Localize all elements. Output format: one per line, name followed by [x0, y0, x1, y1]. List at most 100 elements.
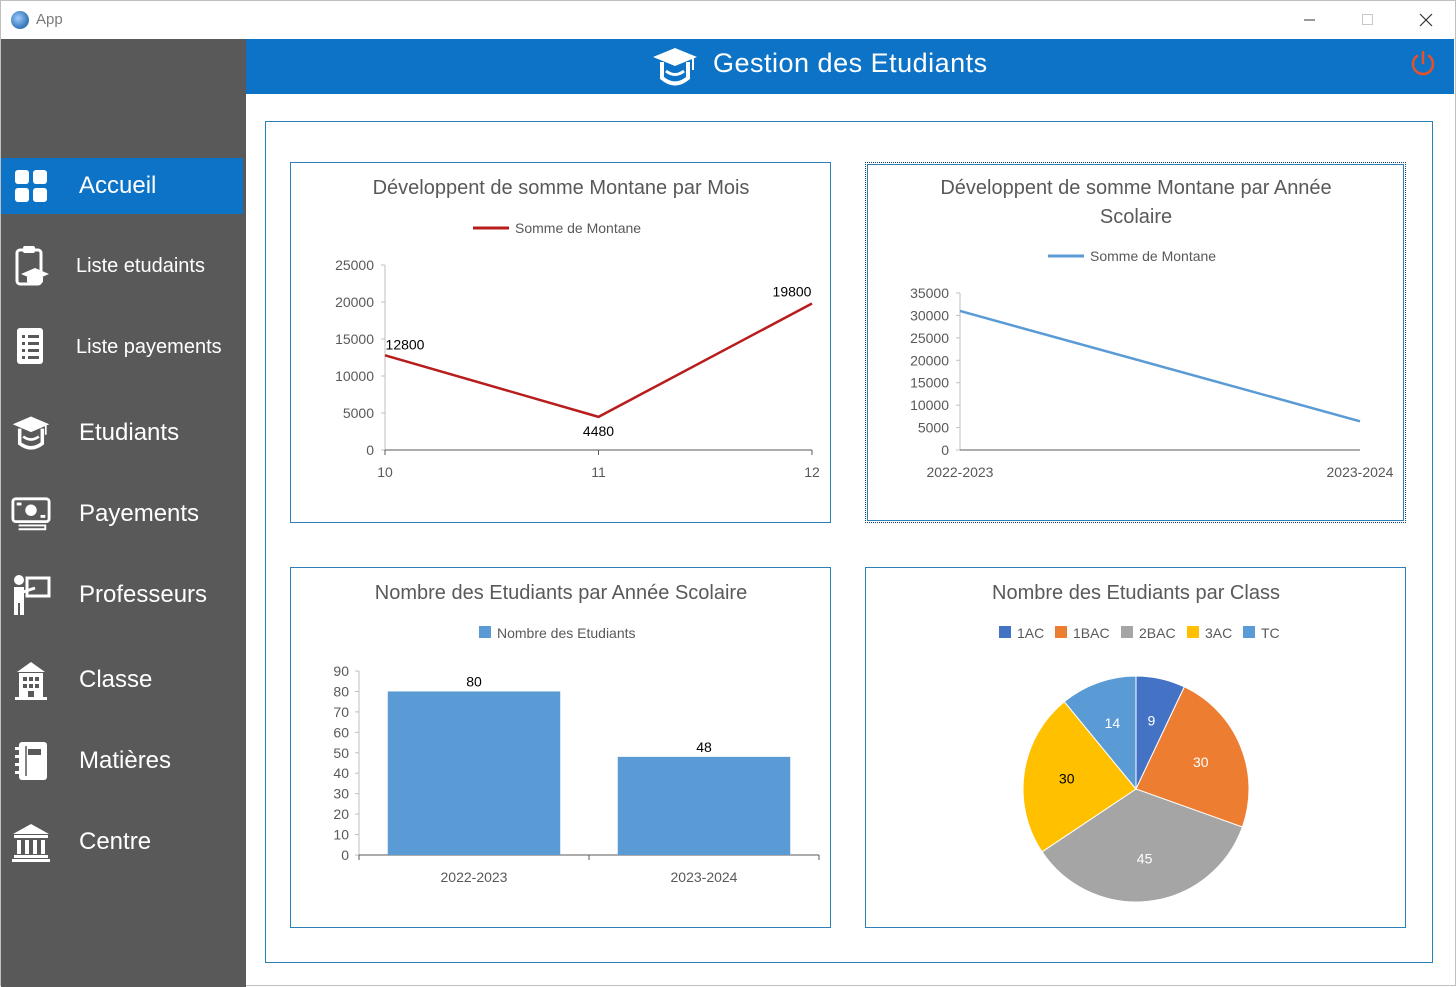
x-tick-label: 2022-2023 [927, 464, 994, 480]
x-tick-label: 2023-2024 [671, 869, 738, 885]
sidebar-item-label: Etudiants [79, 419, 180, 446]
list-document-icon [11, 325, 51, 369]
minimize-icon [1304, 19, 1315, 21]
data-label: 30 [1193, 754, 1209, 770]
y-tick-label: 5000 [343, 405, 374, 421]
y-tick-label: 70 [333, 704, 349, 720]
y-tick-label: 25000 [910, 330, 949, 346]
maximize-button[interactable] [1339, 1, 1397, 39]
y-tick-label: 0 [941, 442, 949, 458]
y-tick-label: 10 [333, 827, 349, 843]
x-tick-label: 2022-2023 [441, 869, 508, 885]
logout-button[interactable] [1408, 49, 1438, 79]
app-icon [11, 11, 29, 29]
app-window: App Accueil Liste etudaints Liste payeme… [0, 0, 1456, 987]
teacher-icon [11, 573, 51, 617]
minimize-button[interactable] [1281, 1, 1339, 39]
sidebar-item-liste-payements[interactable]: Liste payements [1, 319, 243, 375]
data-label: 9 [1147, 713, 1155, 729]
y-tick-label: 20 [333, 806, 349, 822]
sidebar-item-centre[interactable]: Centre [1, 814, 243, 870]
sidebar-item-payements[interactable]: Payements [1, 486, 243, 542]
data-label: 45 [1137, 851, 1153, 867]
money-icon [11, 492, 51, 536]
y-tick-label: 15000 [335, 331, 374, 347]
legend-swatch [999, 626, 1011, 638]
data-label: 19800 [773, 283, 812, 299]
sidebar-item-label: Liste payements [76, 335, 222, 358]
x-tick-label: 2023-2024 [1327, 464, 1394, 480]
chart-panel-etudiants-annee[interactable]: Nombre des Etudiants par Année Scolaire N… [290, 567, 831, 928]
y-tick-label: 10000 [910, 397, 949, 413]
line-chart-annee: Développent de somme Montane par Année Sc… [910, 177, 1394, 480]
legend-label: 1AC [1017, 625, 1044, 641]
series-line [384, 302, 813, 419]
bar [387, 691, 561, 855]
y-tick-label: 80 [333, 683, 349, 699]
page-title: Gestion des Etudiants [713, 48, 988, 78]
sidebar-item-classe[interactable]: Classe [1, 652, 243, 708]
chart-title: Scolaire [1100, 206, 1172, 228]
title-bar[interactable]: App [1, 1, 1455, 39]
sidebar-item-label: Professeurs [79, 581, 208, 608]
sidebar-item-label: Matières [79, 747, 172, 774]
close-button[interactable] [1397, 1, 1455, 39]
sidebar-item-label: Centre [79, 828, 152, 855]
chart-panel-mois[interactable]: Développent de somme Montane par Mois Som… [290, 162, 831, 523]
y-tick-label: 90 [333, 663, 349, 679]
legend-label: 1BAC [1073, 625, 1110, 641]
chart-title: Nombre des Etudiants par Année Scolaire [375, 582, 747, 604]
legend-swatch [1121, 626, 1133, 638]
y-tick-label: 20000 [910, 352, 949, 368]
y-tick-label: 20000 [335, 294, 374, 310]
power-icon [1411, 50, 1435, 76]
sidebar-item-etudiants[interactable]: Etudiants [1, 405, 243, 461]
bar [617, 756, 791, 855]
y-tick-label: 50 [333, 745, 349, 761]
y-tick-label: 0 [341, 847, 349, 863]
notebook-icon [11, 739, 51, 783]
y-tick-label: 35000 [910, 285, 949, 301]
legend-label: Somme de Montane [515, 220, 641, 236]
x-tick-label: 12 [804, 464, 820, 480]
data-label: 12800 [386, 336, 425, 352]
data-label: 4480 [583, 423, 614, 439]
sidebar-item-professeurs[interactable]: Professeurs [1, 567, 243, 623]
sidebar-item-accueil[interactable]: Accueil [1, 158, 243, 214]
y-tick-label: 30000 [910, 307, 949, 323]
legend-swatch [1243, 626, 1255, 638]
pie-chart-class: Nombre des Etudiants par Class 1AC 1BAC 2BA… [992, 582, 1280, 903]
legend-label: Nombre des Etudiants [497, 625, 636, 641]
building-icon [11, 658, 51, 702]
legend-swatch [479, 626, 491, 638]
sidebar-item-matieres[interactable]: Matières [1, 733, 243, 789]
sidebar-item-label: Liste etudaints [76, 254, 205, 277]
x-tick-label: 10 [377, 464, 393, 480]
grid-icon [11, 164, 51, 208]
series-line [959, 309, 1361, 423]
chart-title: Nombre des Etudiants par Class [992, 582, 1280, 604]
chart-title: Développent de somme Montane par Année [940, 177, 1331, 199]
legend-label: TC [1261, 625, 1280, 641]
legend-swatch [1187, 626, 1199, 638]
y-tick-label: 40 [333, 765, 349, 781]
maximize-icon [1362, 14, 1373, 25]
legend-label: 2BAC [1139, 625, 1176, 641]
sidebar-item-liste-etudiants[interactable]: Liste etudaints [1, 238, 243, 294]
data-label: 30 [1059, 771, 1075, 787]
data-label: 80 [466, 673, 482, 689]
x-tick-label: 11 [591, 464, 606, 480]
clipboard-icon [11, 244, 51, 288]
window-title: App [36, 11, 63, 28]
close-icon [1419, 13, 1433, 27]
graduate-icon [11, 411, 51, 455]
chart-title: Développent de somme Montane par Mois [373, 177, 750, 199]
y-tick-label: 25000 [335, 257, 374, 273]
chart-panel-etudiants-class[interactable]: Nombre des Etudiants par Class 1AC 1BAC 2BA… [865, 567, 1406, 928]
data-label: 14 [1105, 715, 1121, 731]
legend-label: 3AC [1205, 625, 1232, 641]
header-bar: Gestion des Etudiants [246, 39, 1454, 94]
chart-panel-annee-montane[interactable]: Développent de somme Montane par Année Sc… [865, 162, 1406, 523]
legend-label: Somme de Montane [1090, 248, 1216, 264]
sidebar-item-label: Classe [79, 666, 153, 693]
